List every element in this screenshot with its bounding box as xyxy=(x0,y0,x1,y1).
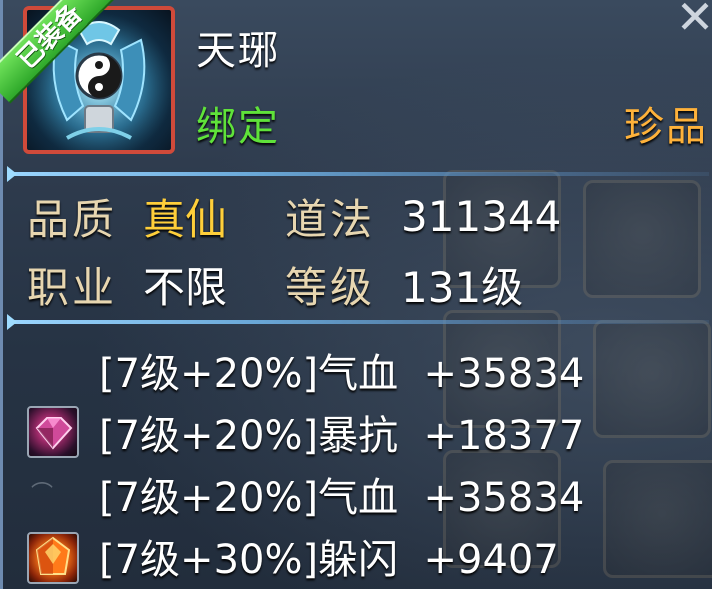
purple-gem-shape xyxy=(35,417,73,450)
gem-stat-text: [7级+20%]气血 +35834 xyxy=(99,351,585,397)
background-slot xyxy=(603,460,712,578)
class-label: 职业 xyxy=(27,262,118,312)
background-slot xyxy=(593,320,711,438)
attributes-separator xyxy=(7,314,709,330)
quality-value: 真仙 xyxy=(143,194,228,244)
quality-label: 品质 xyxy=(27,194,118,244)
purple-gem-icon[interactable] xyxy=(27,406,79,458)
gem-stat-text: [7级+30%]躲闪 +9407 xyxy=(99,537,559,583)
class-value: 不限 xyxy=(143,262,228,312)
dao-value: 311344 xyxy=(401,191,562,241)
background-slot xyxy=(583,180,701,298)
gem-stat-row: [7级+20%]暴抗 +18377 xyxy=(99,404,584,460)
close-icon[interactable]: ✕ xyxy=(672,0,712,40)
dao-label: 道法 xyxy=(285,194,376,244)
background-rune: ⌒ xyxy=(31,482,54,507)
gem-stat-row: [7级+20%]气血 +35834 xyxy=(99,466,584,522)
gem-stat-row: [7级+30%]躲闪 +9407 xyxy=(99,528,559,584)
orange-gem-shape xyxy=(35,536,71,575)
level-value: 131级 xyxy=(401,262,524,312)
gem-stat-row: [7级+20%]气血 +35834 xyxy=(99,342,584,398)
bind-status: 绑定 xyxy=(196,104,280,150)
gem-stat-text: [7级+20%]暴抗 +18377 xyxy=(99,413,585,459)
header-separator xyxy=(7,166,709,182)
level-label: 等级 xyxy=(285,262,376,312)
attr-row-class: 职业 不限 等级 131级 xyxy=(27,254,523,314)
gem-stat-text: [7级+20%]气血 +35834 xyxy=(99,475,585,521)
orange-gem-icon[interactable] xyxy=(27,532,79,584)
rarity-label: 珍品 xyxy=(624,104,708,150)
attr-row-quality: 品质 真仙 道法 311344 xyxy=(27,186,561,246)
item-name: 天琊 xyxy=(196,28,280,74)
item-tooltip-panel: 已装备 天琊 绑定 珍品 ✕ 品质 真仙 道法 311344 职业 不限 等级 … xyxy=(0,0,712,589)
